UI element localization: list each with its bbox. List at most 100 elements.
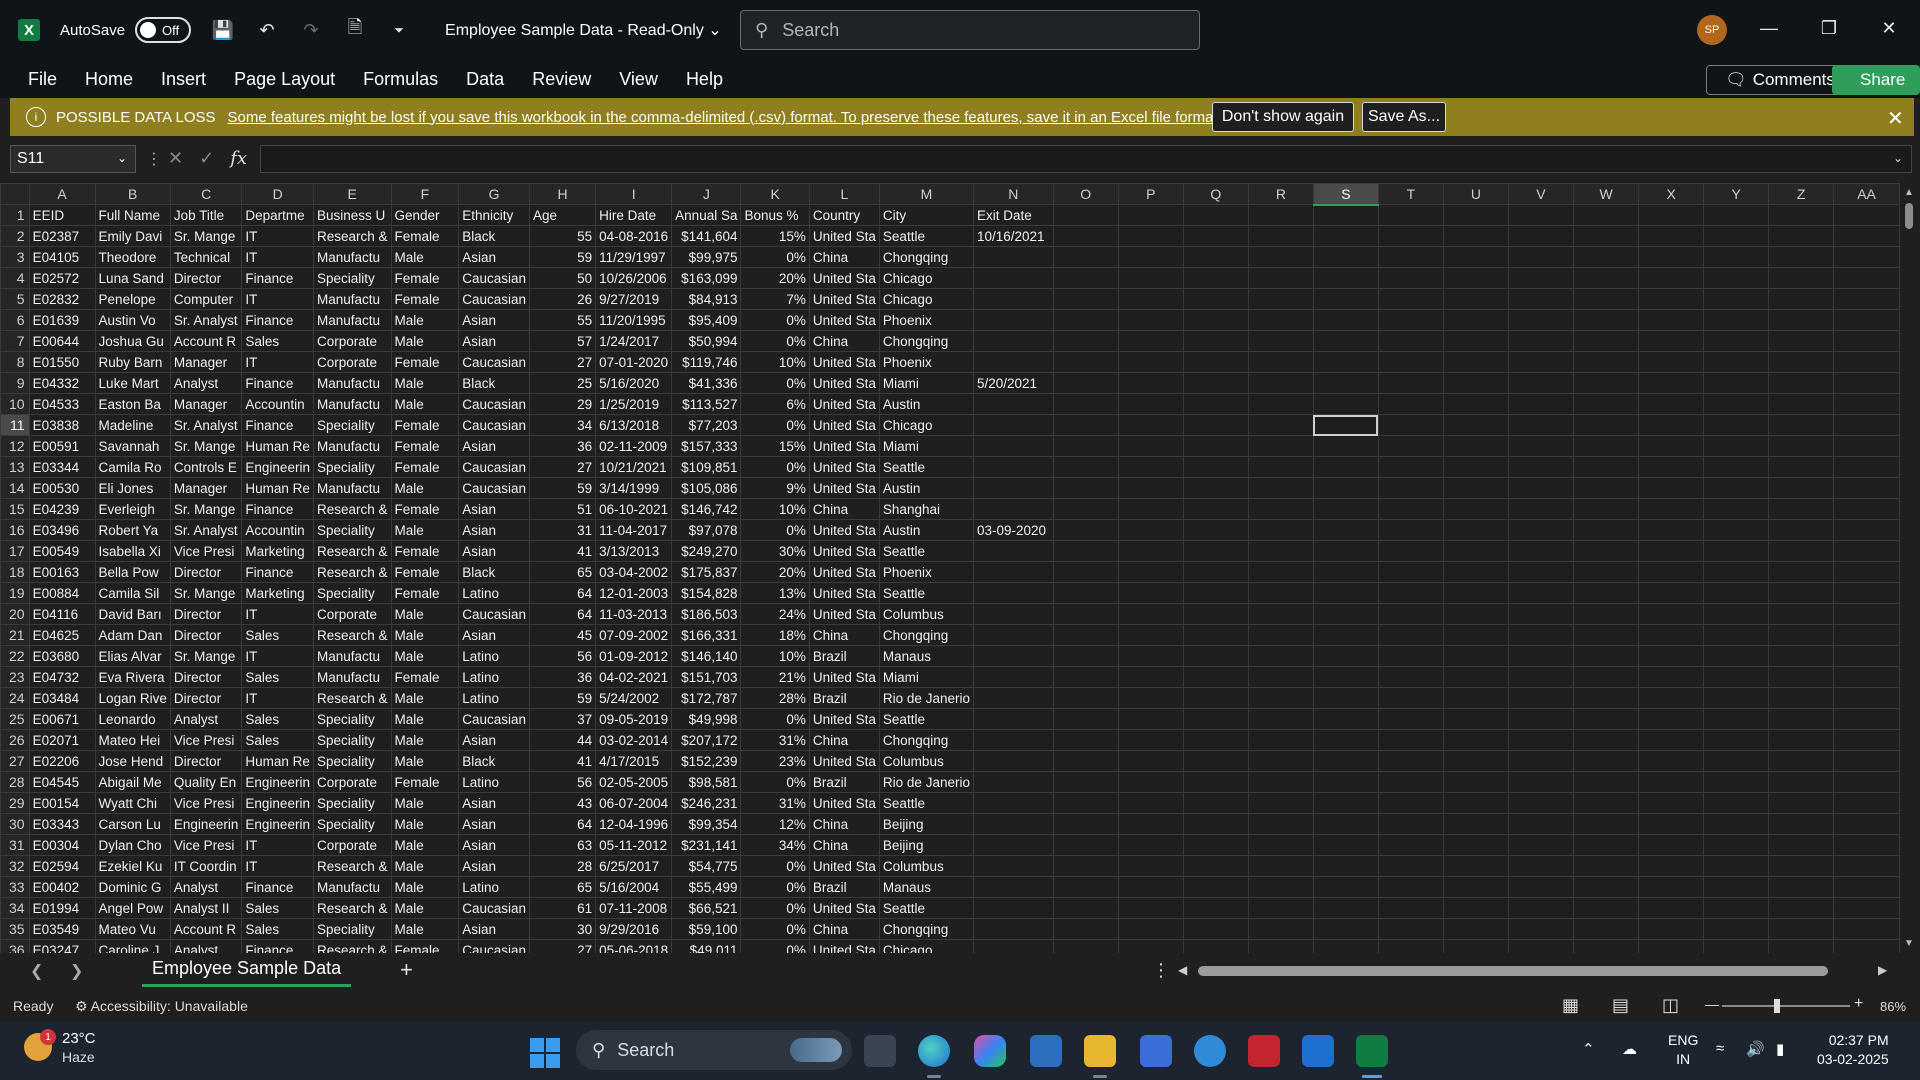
cell[interactable] <box>1117 624 1184 646</box>
cell[interactable]: Director <box>169 624 243 646</box>
cell[interactable] <box>1638 792 1705 814</box>
cell[interactable] <box>1572 687 1640 709</box>
cell[interactable] <box>1638 540 1705 562</box>
cell[interactable] <box>1052 855 1119 877</box>
cell[interactable]: 11-03-2013 <box>595 603 673 625</box>
copilot-icon[interactable] <box>974 1035 1006 1067</box>
cell[interactable]: 51 <box>528 498 597 520</box>
cell[interactable] <box>1052 330 1119 352</box>
column-title-cell[interactable]: Job Title <box>169 204 243 226</box>
cell[interactable]: United Sta <box>808 792 880 814</box>
cell[interactable]: Caucasian <box>458 351 530 373</box>
cell[interactable] <box>1703 687 1770 709</box>
cell[interactable]: E02594 <box>28 855 96 877</box>
column-title-cell[interactable] <box>1312 204 1379 226</box>
cell[interactable]: Sr. Mange <box>169 498 243 520</box>
cell[interactable]: Columbus <box>878 855 974 877</box>
row-header[interactable]: 12 <box>0 435 30 457</box>
cell[interactable]: IT <box>241 834 314 856</box>
cell[interactable] <box>1768 540 1835 562</box>
cell[interactable]: Sr. Analyst <box>169 519 243 541</box>
cell[interactable] <box>1638 351 1705 373</box>
cell[interactable]: Phoenix <box>878 561 974 583</box>
cell[interactable]: $146,742 <box>671 498 742 520</box>
add-sheet-icon[interactable]: + <box>400 957 413 983</box>
row-header[interactable]: 6 <box>0 309 30 331</box>
cell[interactable]: 0% <box>740 855 810 877</box>
cell[interactable]: 34 <box>528 414 597 436</box>
cell[interactable]: Sr. Mange <box>169 582 243 604</box>
cell[interactable] <box>1442 792 1509 814</box>
cell[interactable] <box>1052 372 1119 394</box>
cell[interactable]: Austin <box>878 477 974 499</box>
cell[interactable]: United Sta <box>808 855 880 877</box>
cell[interactable] <box>1247 729 1314 751</box>
cell[interactable]: IT <box>241 351 314 373</box>
cell[interactable]: $154,828 <box>671 582 742 604</box>
cell[interactable]: United Sta <box>808 225 880 247</box>
cell[interactable] <box>1052 351 1119 373</box>
cell[interactable] <box>1117 561 1184 583</box>
cell[interactable] <box>1442 834 1509 856</box>
cell[interactable]: China <box>808 834 880 856</box>
cell[interactable]: E02572 <box>28 267 96 289</box>
cell[interactable]: 45 <box>528 624 597 646</box>
cell[interactable] <box>1442 372 1509 394</box>
row-header[interactable]: 16 <box>0 519 30 541</box>
row-header[interactable]: 26 <box>0 729 30 751</box>
cell[interactable] <box>1442 393 1509 415</box>
cell[interactable]: Director <box>169 750 243 772</box>
cell[interactable]: 02-11-2009 <box>595 435 673 457</box>
cell[interactable] <box>1117 351 1184 373</box>
cell[interactable]: Asian <box>458 834 530 856</box>
cell[interactable]: Manufactu <box>312 393 392 415</box>
cell[interactable] <box>1442 708 1509 730</box>
menu-home[interactable]: Home <box>85 69 133 90</box>
cell[interactable]: 11-04-2017 <box>595 519 673 541</box>
cell[interactable] <box>972 561 1054 583</box>
cell[interactable] <box>1247 603 1314 625</box>
cell[interactable] <box>1507 603 1574 625</box>
cell[interactable] <box>1833 225 1900 247</box>
menu-file[interactable]: File <box>28 69 57 90</box>
cell[interactable]: 10/21/2021 <box>595 456 673 478</box>
cell[interactable] <box>1768 687 1835 709</box>
column-title-cell[interactable]: Annual Sa <box>671 204 742 226</box>
cell[interactable]: E04105 <box>28 246 96 268</box>
cell[interactable] <box>1312 582 1379 604</box>
cell[interactable] <box>1507 666 1574 688</box>
cell[interactable]: Research & <box>312 897 392 919</box>
cell[interactable]: Carson Lu <box>94 813 171 835</box>
cell[interactable]: Male <box>390 603 460 625</box>
cell[interactable] <box>1703 939 1770 953</box>
cell[interactable] <box>1768 918 1835 940</box>
cell[interactable] <box>1247 393 1314 415</box>
cell[interactable] <box>1507 792 1574 814</box>
cell[interactable]: 0% <box>740 876 810 898</box>
cell[interactable]: 5/20/2021 <box>972 372 1054 394</box>
cell[interactable]: United Sta <box>808 309 880 331</box>
cell[interactable] <box>1182 939 1249 953</box>
column-title-cell[interactable] <box>1833 204 1900 226</box>
cell[interactable] <box>1703 813 1770 835</box>
cell[interactable]: 0% <box>740 918 810 940</box>
cell[interactable] <box>1442 666 1509 688</box>
row-header[interactable]: 33 <box>0 876 30 898</box>
cell[interactable]: E00591 <box>28 435 96 457</box>
cell[interactable]: E04625 <box>28 624 96 646</box>
cell[interactable]: 43 <box>528 792 597 814</box>
cell[interactable]: Male <box>390 477 460 499</box>
task-view-icon[interactable] <box>864 1035 896 1067</box>
cell[interactable]: Wyatt Chi <box>94 792 171 814</box>
cell[interactable]: 0% <box>740 456 810 478</box>
cell[interactable] <box>1703 540 1770 562</box>
cell[interactable] <box>1638 687 1705 709</box>
cell[interactable] <box>1182 309 1249 331</box>
cell[interactable] <box>1247 540 1314 562</box>
cell[interactable]: E02832 <box>28 288 96 310</box>
cell[interactable] <box>1182 414 1249 436</box>
menu-page-layout[interactable]: Page Layout <box>234 69 335 90</box>
cell[interactable]: 3/14/1999 <box>595 477 673 499</box>
cell[interactable] <box>1833 876 1900 898</box>
cell[interactable]: Manaus <box>878 876 974 898</box>
